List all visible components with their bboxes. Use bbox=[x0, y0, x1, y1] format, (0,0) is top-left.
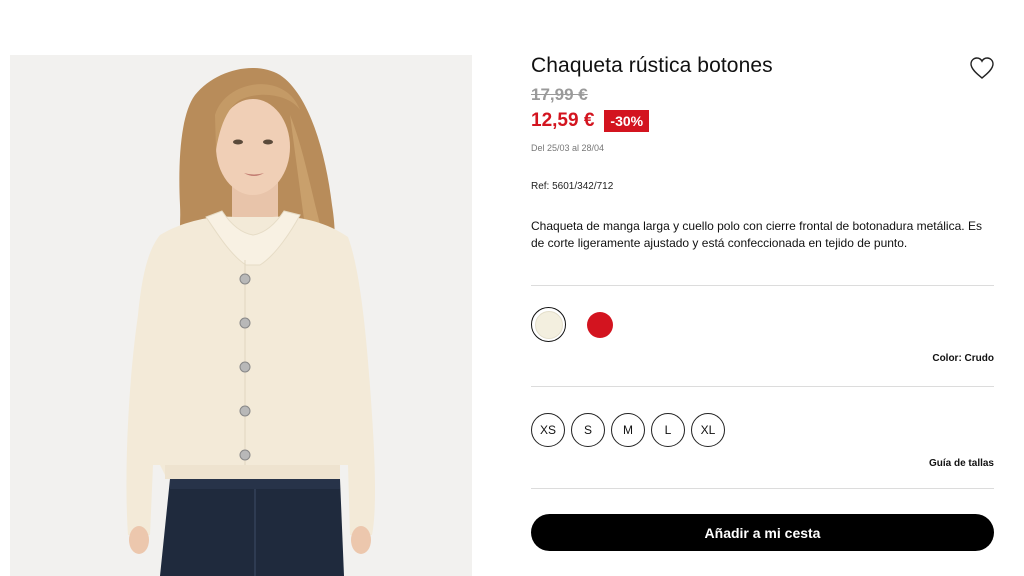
size-guide-link[interactable]: Guía de tallas bbox=[929, 458, 994, 469]
promo-dates: Del 25/03 al 28/04 bbox=[531, 143, 605, 153]
color-swatch-crudo[interactable] bbox=[531, 307, 566, 342]
product-photo[interactable] bbox=[10, 55, 472, 576]
product-title: Chaqueta rústica botones bbox=[531, 54, 773, 77]
product-reference: Ref: 5601/342/712 bbox=[531, 181, 614, 192]
swatch-fill bbox=[586, 311, 613, 338]
heart-outline-icon[interactable] bbox=[969, 56, 995, 80]
product-info: Chaqueta rústica botones 17,99 € 12,59 €… bbox=[531, 52, 994, 252]
color-swatch-rojo[interactable] bbox=[582, 307, 617, 342]
size-option-s[interactable]: S bbox=[571, 413, 605, 447]
size-option-xs[interactable]: XS bbox=[531, 413, 565, 447]
size-option-xl[interactable]: XL bbox=[691, 413, 725, 447]
price-row: 12,59 € -30% bbox=[531, 109, 994, 133]
divider bbox=[531, 285, 994, 286]
size-selector: XS S M L XL bbox=[531, 413, 725, 447]
size-option-l[interactable]: L bbox=[651, 413, 685, 447]
color-swatches bbox=[531, 307, 617, 342]
selected-color-label: Color: Crudo bbox=[932, 353, 994, 364]
size-option-m[interactable]: M bbox=[611, 413, 645, 447]
original-price: 17,99 € bbox=[531, 85, 588, 104]
sale-price: 12,59 € bbox=[531, 110, 595, 131]
add-to-cart-button[interactable]: Añadir a mi cesta bbox=[531, 514, 994, 551]
discount-badge: -30% bbox=[604, 110, 650, 132]
divider bbox=[531, 386, 994, 387]
product-description: Chaqueta de manga larga y cuello polo co… bbox=[531, 219, 982, 250]
swatch-fill bbox=[534, 310, 563, 339]
divider bbox=[531, 488, 994, 489]
